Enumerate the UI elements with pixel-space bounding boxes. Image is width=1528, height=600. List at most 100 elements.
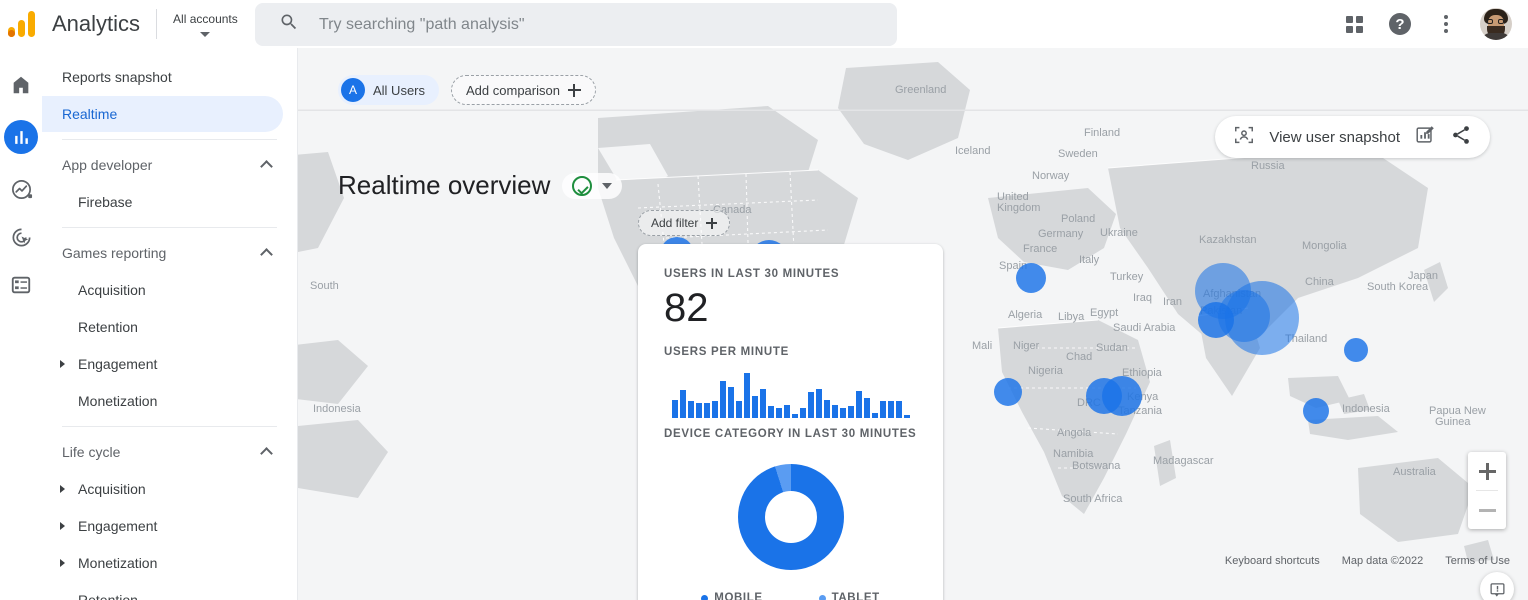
zoom-in-button[interactable] [1468, 452, 1506, 490]
comparison-chips: A All Users Add comparison [338, 75, 596, 105]
caret-right-icon [60, 559, 65, 567]
chevron-down-icon [200, 31, 211, 37]
report-status-dropdown[interactable] [562, 172, 623, 199]
home-icon[interactable] [8, 72, 34, 98]
sidebar-item-label: Acquisition [78, 282, 146, 298]
legend-dot [701, 594, 709, 600]
map-bubble[interactable] [1016, 263, 1046, 293]
legend-item-header: TABLET [818, 592, 880, 600]
nav-group-label: Life cycle [62, 444, 121, 460]
insights-edit-icon[interactable] [1414, 124, 1436, 151]
nav-group-games-reporting[interactable]: Games reporting [42, 235, 297, 271]
bar [776, 408, 782, 418]
bar [768, 406, 774, 418]
sidebar-nav: Reports snapshot Realtime App developer Fir… [42, 48, 298, 600]
sidebar-item-acquisition[interactable]: Acquisition [42, 471, 283, 507]
nav-divider [62, 426, 277, 427]
bar [736, 401, 742, 418]
google-analytics-logo-icon [8, 11, 38, 37]
nav-group-life-cycle[interactable]: Life cycle [42, 434, 297, 470]
realtime-map[interactable]: Greenland Iceland Finland Sweden Norway Unite… [298, 48, 1528, 600]
sidebar-item-firebase[interactable]: Firebase [42, 184, 283, 220]
users-30min-label: USERS IN LAST 30 MINUTES [664, 268, 840, 280]
chip-avatar: A [341, 78, 365, 102]
nav-group-label: App developer [62, 157, 153, 173]
account-selector[interactable]: All accounts [173, 12, 238, 37]
bar [744, 373, 750, 418]
bar [856, 391, 862, 418]
chevron-down-icon [602, 182, 613, 189]
legend-item-header: MOBILE [701, 592, 762, 600]
explore-icon[interactable] [8, 176, 34, 202]
sidebar-item-label: Retention [78, 319, 138, 335]
bar [904, 415, 910, 418]
sidebar-item-retention[interactable]: Retention [42, 582, 283, 600]
divider [156, 9, 158, 39]
page-title: Realtime overview [338, 170, 551, 200]
users-per-minute-barchart [672, 370, 917, 418]
sidebar-item-label: Reports snapshot [62, 69, 172, 85]
sidebar-item-engagement[interactable]: Engagement [42, 346, 283, 382]
header-divider [298, 110, 1528, 111]
keyboard-shortcuts-link[interactable]: Keyboard shortcuts [1225, 555, 1320, 567]
chevron-up-icon [260, 160, 273, 173]
map-bubble[interactable] [994, 378, 1022, 406]
advertising-icon[interactable] [8, 224, 34, 250]
bar [696, 403, 702, 418]
top-app-bar: Analytics All accounts ? [0, 0, 1528, 48]
more-vert-icon[interactable] [1434, 12, 1458, 36]
nav-group-app-developer[interactable]: App developer [42, 147, 297, 183]
map-bubble[interactable] [1198, 302, 1234, 338]
report-problem-button[interactable] [1480, 572, 1514, 600]
sidebar-item-engagement[interactable]: Engagement [42, 508, 283, 544]
add-comparison-button[interactable]: Add comparison [451, 75, 596, 105]
map-bubble[interactable] [1344, 338, 1368, 362]
zoom-out-button[interactable] [1468, 491, 1506, 529]
chevron-up-icon [260, 248, 273, 261]
caret-right-icon [60, 522, 65, 530]
terms-of-use-link[interactable]: Terms of Use [1445, 555, 1510, 567]
bar [888, 401, 894, 418]
help-icon[interactable]: ? [1388, 12, 1412, 36]
sidebar-item-reports-snapshot[interactable]: Reports snapshot [42, 59, 283, 95]
map-bubble[interactable] [1102, 376, 1142, 416]
sidebar-item-realtime[interactable]: Realtime [42, 96, 283, 132]
avatar[interactable] [1480, 8, 1512, 40]
map-bubble[interactable] [1303, 398, 1329, 424]
users-30min-value: 82 [664, 286, 709, 330]
bar [832, 405, 838, 418]
sidebar-item-acquisition[interactable]: Acquisition [42, 272, 283, 308]
search-bar[interactable] [255, 3, 897, 46]
configure-icon[interactable] [8, 272, 34, 298]
share-icon[interactable] [1450, 124, 1472, 151]
apps-grid-icon[interactable] [1342, 12, 1366, 36]
nav-divider [62, 139, 277, 140]
bar [672, 400, 678, 418]
add-comparison-label: Add comparison [466, 82, 560, 98]
sidebar-item-monetization[interactable]: Monetization [42, 545, 283, 581]
legend-dot [818, 594, 826, 600]
search-input[interactable] [319, 15, 859, 34]
nav-group-label: Games reporting [62, 245, 167, 261]
analytics-realtime-page: Analytics All accounts ? [0, 0, 1528, 600]
donut-hole [764, 491, 817, 543]
sidebar-item-monetization[interactable]: Monetization [42, 383, 283, 419]
bar [896, 401, 902, 418]
bar [824, 400, 830, 418]
map-data-copyright: Map data ©2022 [1341, 555, 1424, 567]
bar [704, 403, 710, 418]
bar [720, 381, 726, 418]
map-bubble[interactable] [1225, 281, 1299, 355]
view-user-snapshot-bar[interactable]: View user snapshot [1215, 116, 1490, 158]
left-icon-rail [0, 48, 42, 600]
chip-all-users[interactable]: A All Users [338, 75, 440, 105]
user-snapshot-icon [1233, 124, 1255, 151]
bar [760, 389, 766, 418]
reports-icon[interactable] [4, 120, 38, 154]
add-filter-button[interactable]: Add filter [638, 210, 731, 236]
caret-right-icon [60, 485, 65, 493]
bar [840, 408, 846, 418]
account-selector-label: All accounts [173, 11, 238, 26]
sidebar-item-retention[interactable]: Retention [42, 309, 283, 345]
bar [808, 392, 814, 418]
